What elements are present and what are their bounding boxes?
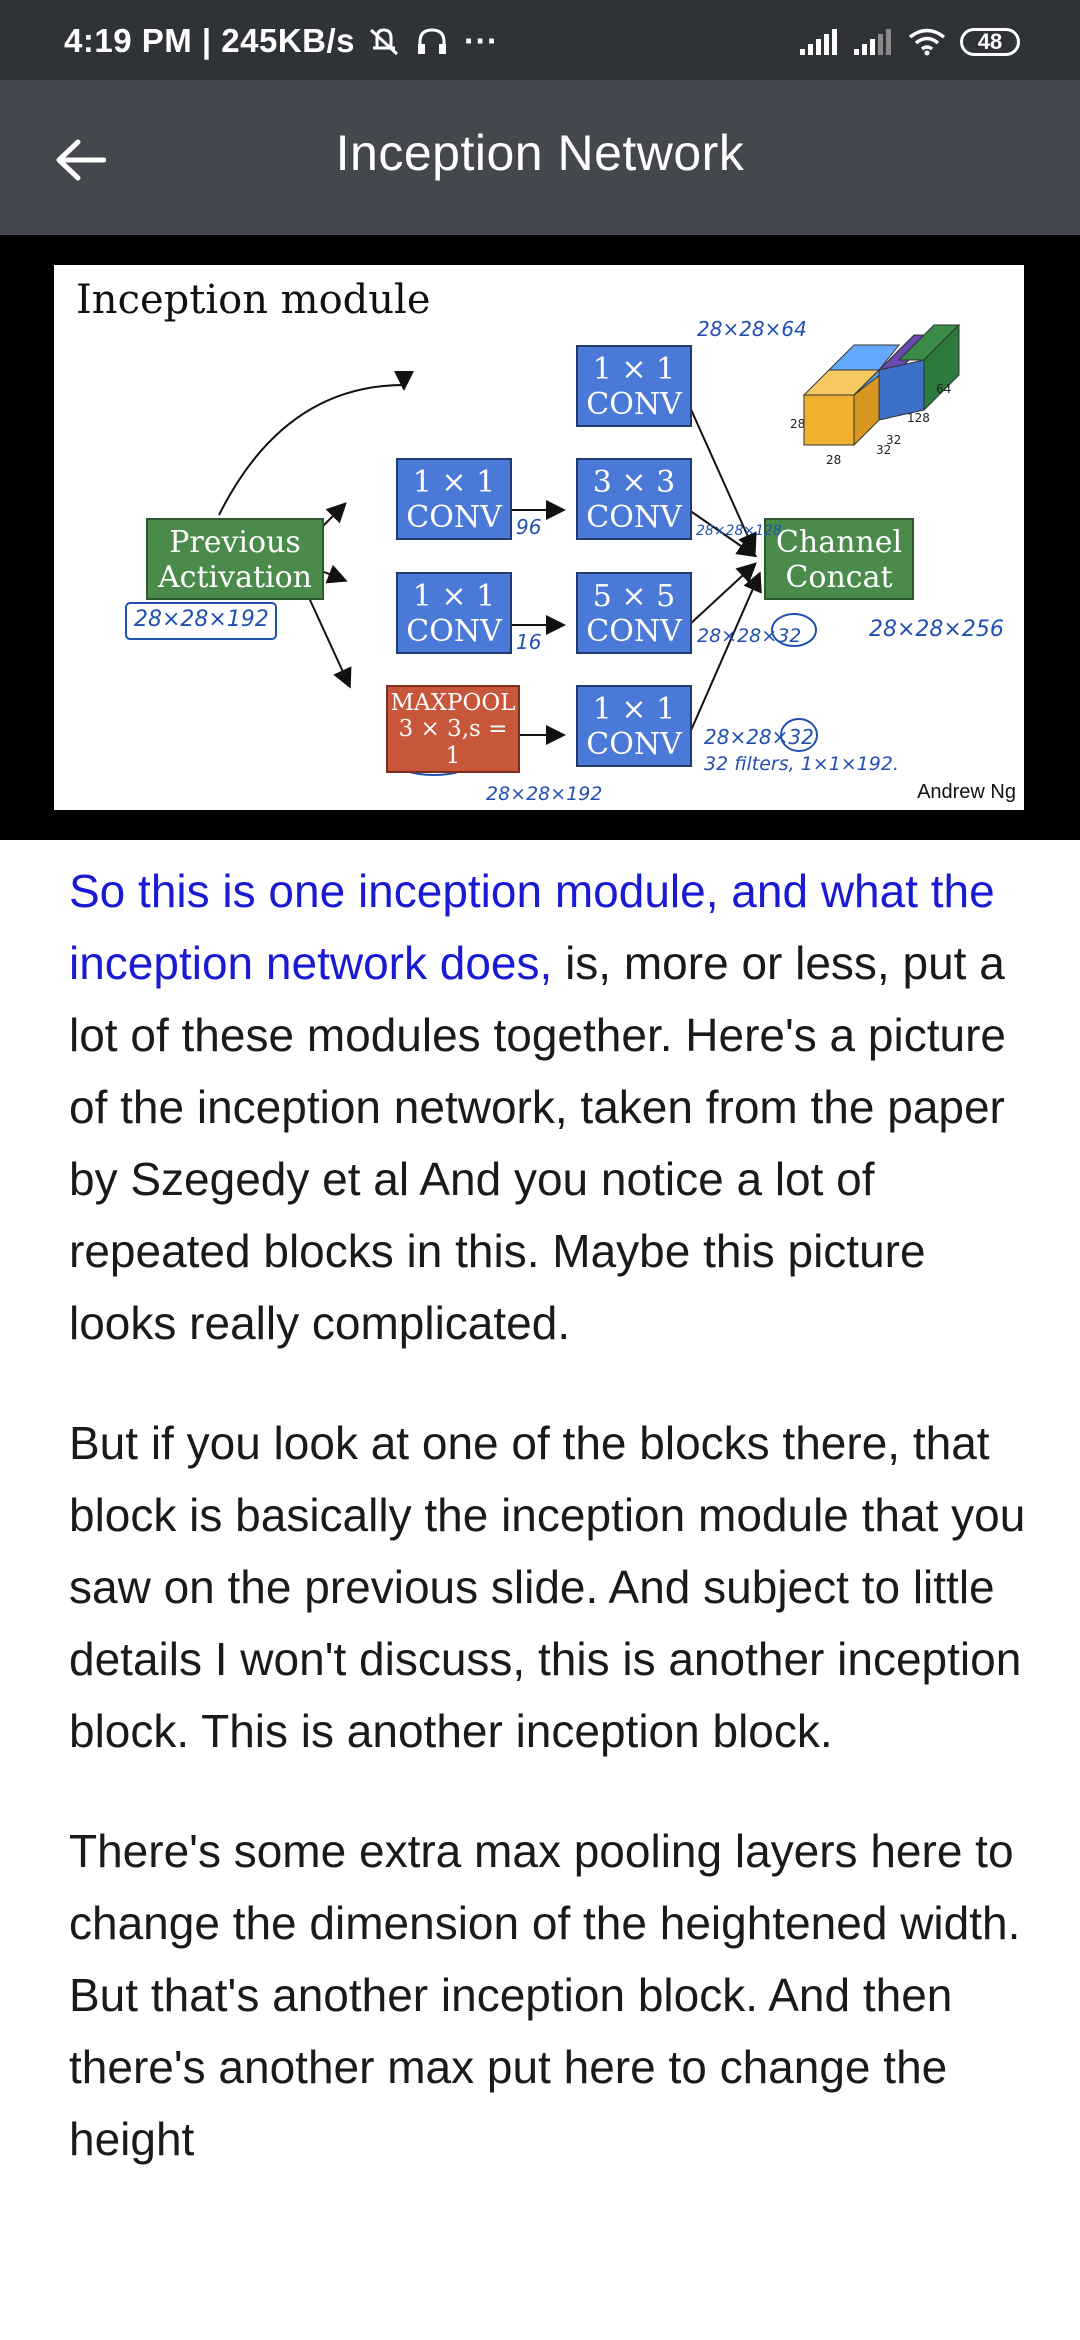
signal-icon-2: [854, 29, 891, 55]
transcript: So this is one inception module, and wha…: [69, 855, 1029, 2223]
conv-3x3-block: 3 × 3 CONV: [576, 458, 692, 540]
conv-5x5-block: 5 × 5 CONV: [576, 572, 692, 654]
cube-label-28a: 28: [790, 417, 806, 431]
wifi-icon: [908, 28, 946, 56]
handwritten-top-dim: 28×28×64: [697, 317, 807, 341]
battery-icon: 48: [960, 28, 1020, 56]
conv-1x1-top-block: 1 × 1 CONV: [576, 345, 692, 427]
app-bar: Inception Network: [0, 80, 1080, 235]
handwritten-pool-dim: 28×28×192: [486, 783, 603, 805]
handwritten-5x5-dim: 28×28×32: [697, 625, 802, 647]
handwritten-concat-dim: 28×28×256: [869, 617, 1004, 642]
cube-label-128: 128: [907, 411, 930, 425]
cube-label-64: 64: [936, 382, 952, 396]
channel-concat-block: Channel Concat: [764, 518, 914, 600]
headphones-icon: [418, 28, 447, 54]
handwritten-input-dim: 28×28×192: [134, 607, 269, 632]
handwritten-pool-out: 28×28×32: [704, 725, 814, 749]
handwritten-16: 16: [516, 630, 542, 654]
transcript-text[interactable]: is, more or less, put a lot of these mod…: [69, 937, 1006, 1349]
page-title: Inception Network: [335, 125, 745, 181]
handwritten-filters-note: 32 filters, 1×1×192.: [704, 753, 900, 775]
handwritten-mid-dim: 28×28×128: [696, 523, 782, 539]
transcript-paragraph[interactable]: But if you look at one of the blocks the…: [69, 1407, 1029, 1767]
status-time: 4:19 PM | 245KB/s: [64, 22, 356, 59]
previous-activation-block: Previous Activation: [146, 518, 324, 600]
conv-1x1-pool-block: 1 × 1 CONV: [576, 685, 692, 767]
transcript-paragraph: So this is one inception module, and wha…: [69, 855, 1029, 1359]
slide-image: Inception module Previous Activation 1 ×…: [54, 265, 1024, 810]
handwritten-96: 96: [516, 515, 542, 539]
mute-icon: [369, 28, 398, 56]
slide-author: Andrew Ng: [917, 781, 1016, 803]
battery-level: 48: [977, 29, 1003, 54]
maxpool-block: MAXPOOL 3 × 3,s = 1 same: [386, 685, 520, 795]
status-icons: 48: [800, 22, 1020, 62]
transcript-paragraph[interactable]: There's some extra max pooling layers he…: [69, 1815, 1029, 2175]
status-time-speed: 4:19 PM | 245KB/s ···: [64, 22, 499, 60]
more-notifications-icon: ···: [464, 22, 499, 59]
cube-label-32b: 32: [876, 443, 892, 457]
conv-1x1-b-block: 1 × 1 CONV: [396, 572, 512, 654]
signal-icon: [800, 29, 837, 55]
status-bar: 4:19 PM | 245KB/s ··· 48: [0, 0, 1080, 80]
slide-container: Inception module Previous Activation 1 ×…: [0, 235, 1080, 840]
cube-label-28b: 28: [826, 453, 842, 467]
conv-1x1-a-block: 1 × 1 CONV: [396, 458, 512, 540]
